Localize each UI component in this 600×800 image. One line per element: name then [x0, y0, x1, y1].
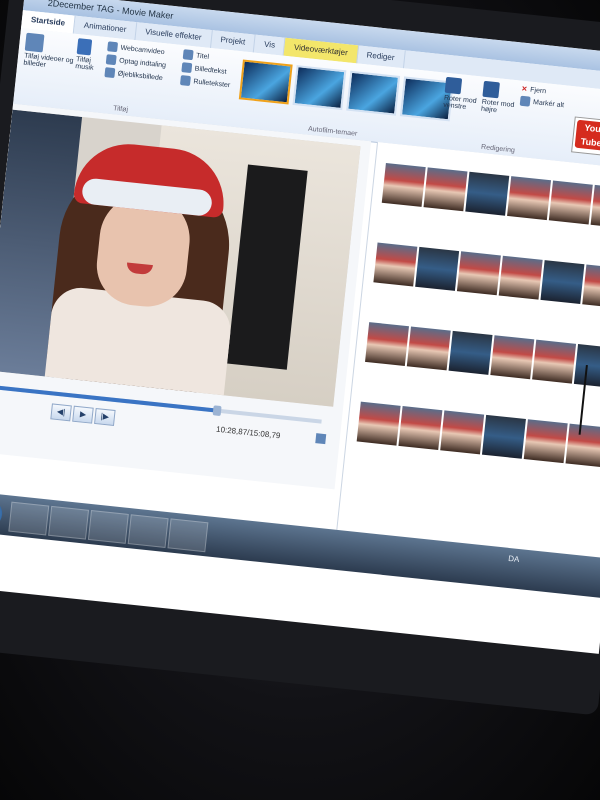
video-preview[interactable]	[0, 109, 361, 407]
capture-group: Webcamvideo Optag indtaling Øjebliksbill…	[104, 41, 168, 86]
play-button[interactable]: ▶	[72, 405, 94, 424]
clip-frame	[565, 423, 600, 468]
film-icon	[24, 32, 45, 53]
caption-icon	[181, 62, 193, 74]
clip-frame	[523, 419, 568, 464]
rotate-right-label: Roter mod højre	[480, 98, 515, 115]
autofilm-theme-thumb[interactable]	[346, 70, 401, 116]
clip-frame	[398, 406, 443, 450]
playback-controls: ◀| ▶ |▶	[50, 403, 116, 426]
clip-frame	[415, 246, 460, 291]
screen: 2December TAG - Movie Maker Startside An…	[0, 0, 600, 654]
title-label: Titel	[195, 52, 210, 61]
add-videos-label: Tilføj videoer og billeder	[23, 52, 74, 69]
rotate-right-icon	[482, 80, 500, 99]
microphone-icon	[105, 54, 117, 66]
select-all-button[interactable]: Markér alt	[519, 95, 565, 111]
youtube-share-button[interactable]: You Tube	[571, 116, 600, 157]
remove-button[interactable]: ✕ Fjern	[521, 85, 566, 98]
snapshot-button[interactable]: Øjebliksbillede	[104, 67, 165, 83]
credits-button[interactable]: Rulletekster	[179, 75, 231, 90]
text-group: Titel Billedtekst Rulletekster	[179, 49, 234, 93]
taskbar-app-icon[interactable]	[8, 501, 50, 536]
clip-frame	[356, 401, 401, 446]
taskbar-app-icon[interactable]	[127, 514, 169, 549]
fullscreen-icon[interactable]	[315, 433, 327, 445]
clip-frame	[423, 167, 468, 212]
credits-label: Rulletekster	[193, 77, 231, 89]
chrome-taskbar-icon[interactable]	[48, 505, 90, 540]
language-indicator[interactable]: DA	[508, 554, 520, 564]
select-all-label: Markér alt	[532, 98, 565, 109]
clip-frame	[548, 180, 593, 225]
rotate-left-icon	[444, 76, 463, 95]
edit-actions: ✕ Fjern Markér alt	[519, 85, 565, 113]
record-narration-label: Optag indtaling	[118, 57, 167, 69]
camera-icon	[104, 67, 116, 79]
clip-frame	[490, 335, 535, 380]
explorer-taskbar-icon[interactable]	[87, 510, 129, 544]
clip-frame	[440, 410, 485, 455]
webcam-icon	[107, 41, 119, 53]
clip-frame	[465, 171, 510, 216]
time-readout: 10:28,87/15:08,79	[215, 424, 281, 441]
preview-pane: ◀| ▶ |▶ 10:28,87/15:08,79	[0, 103, 372, 490]
clip-frame	[507, 176, 552, 221]
clip-frame	[456, 251, 501, 296]
add-videos-button[interactable]: Tilføj videoer og billeder	[23, 32, 76, 72]
title-icon	[182, 49, 194, 61]
autofilm-theme-thumb[interactable]	[238, 59, 293, 105]
autofilm-theme-thumb[interactable]	[292, 65, 347, 111]
youtube-label: You Tube	[574, 119, 600, 151]
clip-frame	[448, 330, 493, 375]
start-button[interactable]	[0, 497, 4, 529]
next-frame-button[interactable]: |▶	[94, 407, 116, 426]
storyboard	[336, 141, 600, 559]
clip-frame	[373, 242, 418, 287]
clip-strip[interactable]	[381, 162, 600, 229]
clip-frame	[481, 414, 526, 459]
clip-frame	[540, 260, 585, 305]
snapshot-label: Øjebliksbillede	[117, 69, 164, 82]
clip-strip[interactable]	[365, 322, 600, 388]
select-all-icon	[519, 95, 531, 107]
clip-frame	[381, 162, 426, 207]
webcam-label: Webcamvideo	[120, 44, 165, 56]
previous-frame-button[interactable]: ◀|	[50, 403, 72, 422]
movie-maker-taskbar-icon[interactable]	[167, 518, 209, 553]
add-music-button[interactable]: Tilføj musik	[75, 38, 104, 73]
remove-label: Fjern	[529, 86, 547, 95]
music-note-icon	[76, 38, 93, 56]
seek-thumb[interactable]	[212, 405, 222, 417]
clip-frame	[498, 255, 543, 300]
clip-strip[interactable]	[373, 242, 600, 309]
rotate-left-button[interactable]: Roter mod venstre	[443, 76, 482, 113]
credits-icon	[179, 75, 191, 87]
clip-frame	[406, 326, 451, 371]
add-group-label: Tilføj	[112, 105, 129, 114]
clip-frame	[365, 322, 409, 367]
clip-frame	[582, 264, 600, 309]
clip-frame	[532, 339, 577, 384]
caption-label: Billedtekst	[194, 64, 227, 76]
clip-strip[interactable]	[356, 401, 600, 468]
remove-x-icon: ✕	[521, 85, 528, 94]
rotate-right-button[interactable]: Roter mod højre	[480, 80, 520, 117]
add-music-label: Tilføj musik	[74, 56, 94, 72]
